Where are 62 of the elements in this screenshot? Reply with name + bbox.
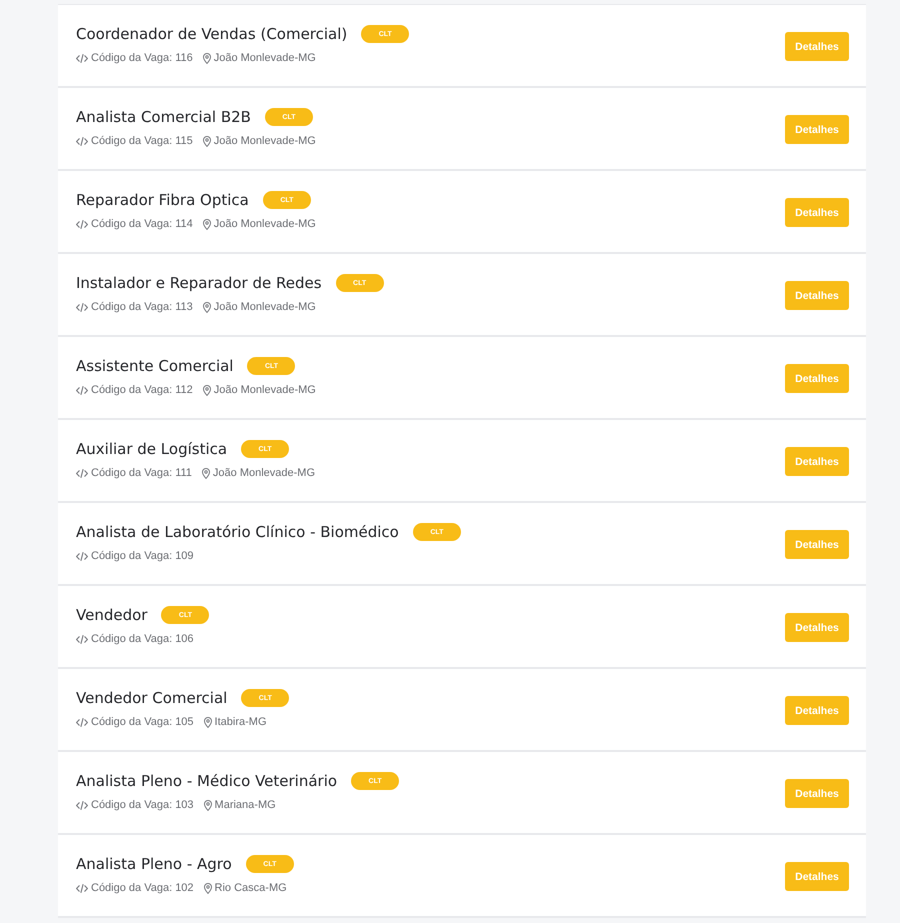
job-code: Código da Vaga: 111 [91,466,192,481]
job-location: João Monlevade-MG [214,51,316,66]
job-title: Coordenador de Vendas (Comercial) [76,24,348,45]
map-pin-icon [202,136,211,146]
job-title: Analista de Laboratório Clínico - Biomédico [76,522,399,543]
code-icon [76,136,88,146]
job-location: João Monlevade-MG [214,217,316,232]
job-location: Rio Casca-MG [214,881,287,896]
job-code: Código da Vaga: 109 [91,549,194,564]
map-pin-icon [204,882,212,894]
job-title: Vendedor Comercial [76,688,228,709]
details-button[interactable]: Detalhes [785,447,849,476]
map-pin-icon [202,218,211,230]
code-icon [76,634,88,644]
job-location: João Monlevade-MG [214,383,316,398]
details-button[interactable]: Detalhes [785,696,849,725]
map-pin-icon [202,302,211,312]
details-button[interactable]: Detalhes [785,281,849,310]
map-pin-icon [204,716,212,728]
code-icon [76,302,88,312]
details-button[interactable]: Detalhes [785,115,849,144]
job-title: Analista Comercial B2B [76,107,251,128]
job-title: Instalador e Reparador de Redes [76,273,322,294]
code-icon [76,386,88,394]
job-code: Código da Vaga: 113 [91,300,193,315]
map-pin-icon [202,468,210,478]
map-pin-icon [202,384,211,396]
job-code: Código da Vaga: 115 [91,134,193,149]
code-icon [76,884,88,892]
job-location: João Monlevade-MG [214,134,316,149]
job-title: Vendedor [76,605,148,626]
job-code: Código da Vaga: 112 [91,383,193,398]
job-code: Código da Vaga: 103 [91,798,194,813]
map-pin-icon [204,800,212,810]
code-icon [76,220,88,228]
job-title: Analista Pleno - Médico Veterinário [76,771,338,792]
details-button[interactable]: Detalhes [785,530,849,559]
job-title: Auxiliar de Logística [76,439,228,460]
details-button[interactable]: Detalhes [785,198,849,227]
job-code: Código da Vaga: 106 [91,632,194,647]
details-button[interactable]: Detalhes [785,613,849,642]
job-title: Analista Pleno - Agro [76,854,232,875]
job-location: Itabira-MG [214,715,267,730]
job-location: Mariana-MG [214,798,276,813]
job-title: Reparador Fibra Optica [76,190,249,211]
job-code: Código da Vaga: 105 [91,715,194,730]
job-title: Assistente Comercial [76,356,234,377]
code-icon [76,800,88,810]
details-button[interactable]: Detalhes [785,779,849,808]
code-icon [76,468,88,478]
job-code: Código da Vaga: 102 [91,881,194,896]
code-icon [76,54,88,62]
job-location: João Monlevade-MG [212,466,316,481]
details-button[interactable]: Detalhes [785,32,849,61]
map-pin-icon [202,52,211,64]
details-button[interactable]: Detalhes [785,862,849,891]
job-location: João Monlevade-MG [214,300,316,315]
job-code: Código da Vaga: 114 [91,217,193,232]
details-button[interactable]: Detalhes [785,364,849,393]
code-icon [76,718,88,726]
job-code: Código da Vaga: 116 [91,51,193,66]
code-icon [76,552,88,560]
